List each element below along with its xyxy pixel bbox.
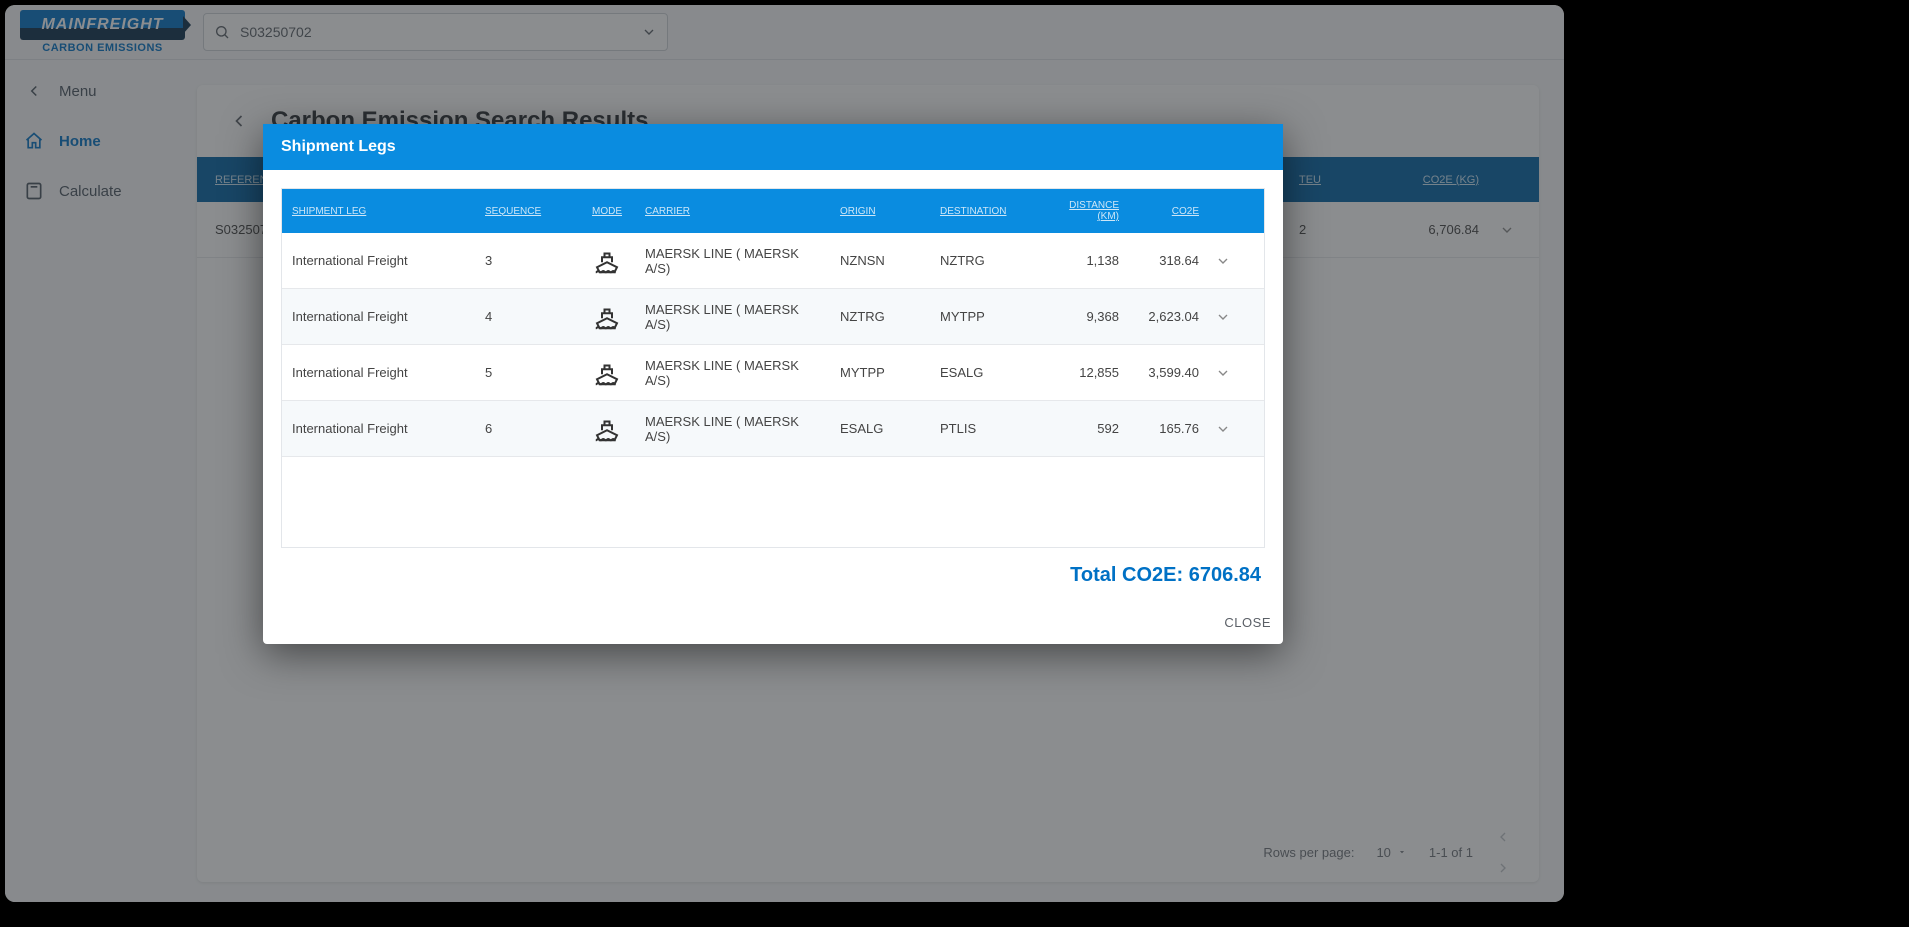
ship-icon [592, 302, 622, 332]
shipment-legs-modal: Shipment Legs SHIPMENT LEG SEQUENCE MODE… [263, 124, 1283, 644]
chevron-down-icon [1215, 253, 1231, 269]
col-sequence[interactable]: SEQUENCE [477, 206, 577, 217]
cell-dest: PTLIS [932, 421, 1047, 436]
cell-origin: NZNSN [832, 253, 932, 268]
col-origin[interactable]: ORIGIN [832, 206, 932, 217]
cell-origin: ESALG [832, 421, 932, 436]
cell-seq: 3 [477, 253, 577, 268]
chevron-down-icon [1215, 365, 1231, 381]
cell-dist: 9,368 [1047, 309, 1127, 324]
chevron-down-icon [1215, 309, 1231, 325]
cell-leg-co2e: 165.76 [1127, 421, 1207, 436]
cell-dist: 12,855 [1047, 365, 1127, 380]
cell-carrier: MAERSK LINE ( MAERSK A/S) [637, 246, 832, 276]
legs-table: SHIPMENT LEG SEQUENCE MODE CARRIER ORIGI… [281, 188, 1265, 548]
cell-carrier: MAERSK LINE ( MAERSK A/S) [637, 358, 832, 388]
leg-row[interactable]: International Freight4 MAERSK LINE ( MAER… [282, 289, 1264, 345]
leg-row[interactable]: International Freight6 MAERSK LINE ( MAER… [282, 401, 1264, 457]
chevron-down-icon [1215, 421, 1231, 437]
cell-mode [577, 302, 637, 332]
modal-actions: CLOSE [263, 605, 1283, 644]
cell-leg: International Freight [282, 309, 477, 324]
total-co2e: Total CO2E: 6706.84 [281, 548, 1265, 587]
col-shipment-leg[interactable]: SHIPMENT LEG [282, 206, 477, 217]
col-carrier[interactable]: CARRIER [637, 206, 832, 217]
leg-row[interactable]: International Freight3 MAERSK LINE ( MAER… [282, 233, 1264, 289]
ship-icon [592, 414, 622, 444]
expand-leg[interactable] [1207, 253, 1257, 269]
cell-mode [577, 358, 637, 388]
legs-table-head: SHIPMENT LEG SEQUENCE MODE CARRIER ORIGI… [282, 189, 1264, 233]
cell-dest: ESALG [932, 365, 1047, 380]
expand-leg[interactable] [1207, 421, 1257, 437]
cell-carrier: MAERSK LINE ( MAERSK A/S) [637, 414, 832, 444]
cell-leg: International Freight [282, 365, 477, 380]
ship-icon [592, 358, 622, 388]
cell-carrier: MAERSK LINE ( MAERSK A/S) [637, 302, 832, 332]
modal-body: SHIPMENT LEG SEQUENCE MODE CARRIER ORIGI… [263, 170, 1283, 605]
app-window: MAINFREIGHT CARBON EMISSIONS Menu Home C… [5, 5, 1564, 902]
col-mode[interactable]: MODE [577, 206, 637, 217]
cell-leg-co2e: 318.64 [1127, 253, 1207, 268]
cell-seq: 5 [477, 365, 577, 380]
cell-leg: International Freight [282, 421, 477, 436]
col-distance[interactable]: DISTANCE (KM) [1047, 200, 1127, 222]
expand-leg[interactable] [1207, 365, 1257, 381]
cell-mode [577, 414, 637, 444]
cell-origin: MYTPP [832, 365, 932, 380]
modal-title: Shipment Legs [263, 124, 1283, 170]
cell-seq: 6 [477, 421, 577, 436]
cell-dist: 592 [1047, 421, 1127, 436]
leg-row[interactable]: International Freight5 MAERSK LINE ( MAER… [282, 345, 1264, 401]
close-button[interactable]: CLOSE [1224, 615, 1271, 630]
cell-leg-co2e: 3,599.40 [1127, 365, 1207, 380]
cell-origin: NZTRG [832, 309, 932, 324]
cell-mode [577, 246, 637, 276]
ship-icon [592, 246, 622, 276]
cell-leg-co2e: 2,623.04 [1127, 309, 1207, 324]
cell-seq: 4 [477, 309, 577, 324]
cell-dest: MYTPP [932, 309, 1047, 324]
expand-leg[interactable] [1207, 309, 1257, 325]
col-destination[interactable]: DESTINATION [932, 206, 1047, 217]
cell-dist: 1,138 [1047, 253, 1127, 268]
cell-dest: NZTRG [932, 253, 1047, 268]
col-leg-co2e[interactable]: CO2E [1127, 206, 1207, 217]
cell-leg: International Freight [282, 253, 477, 268]
